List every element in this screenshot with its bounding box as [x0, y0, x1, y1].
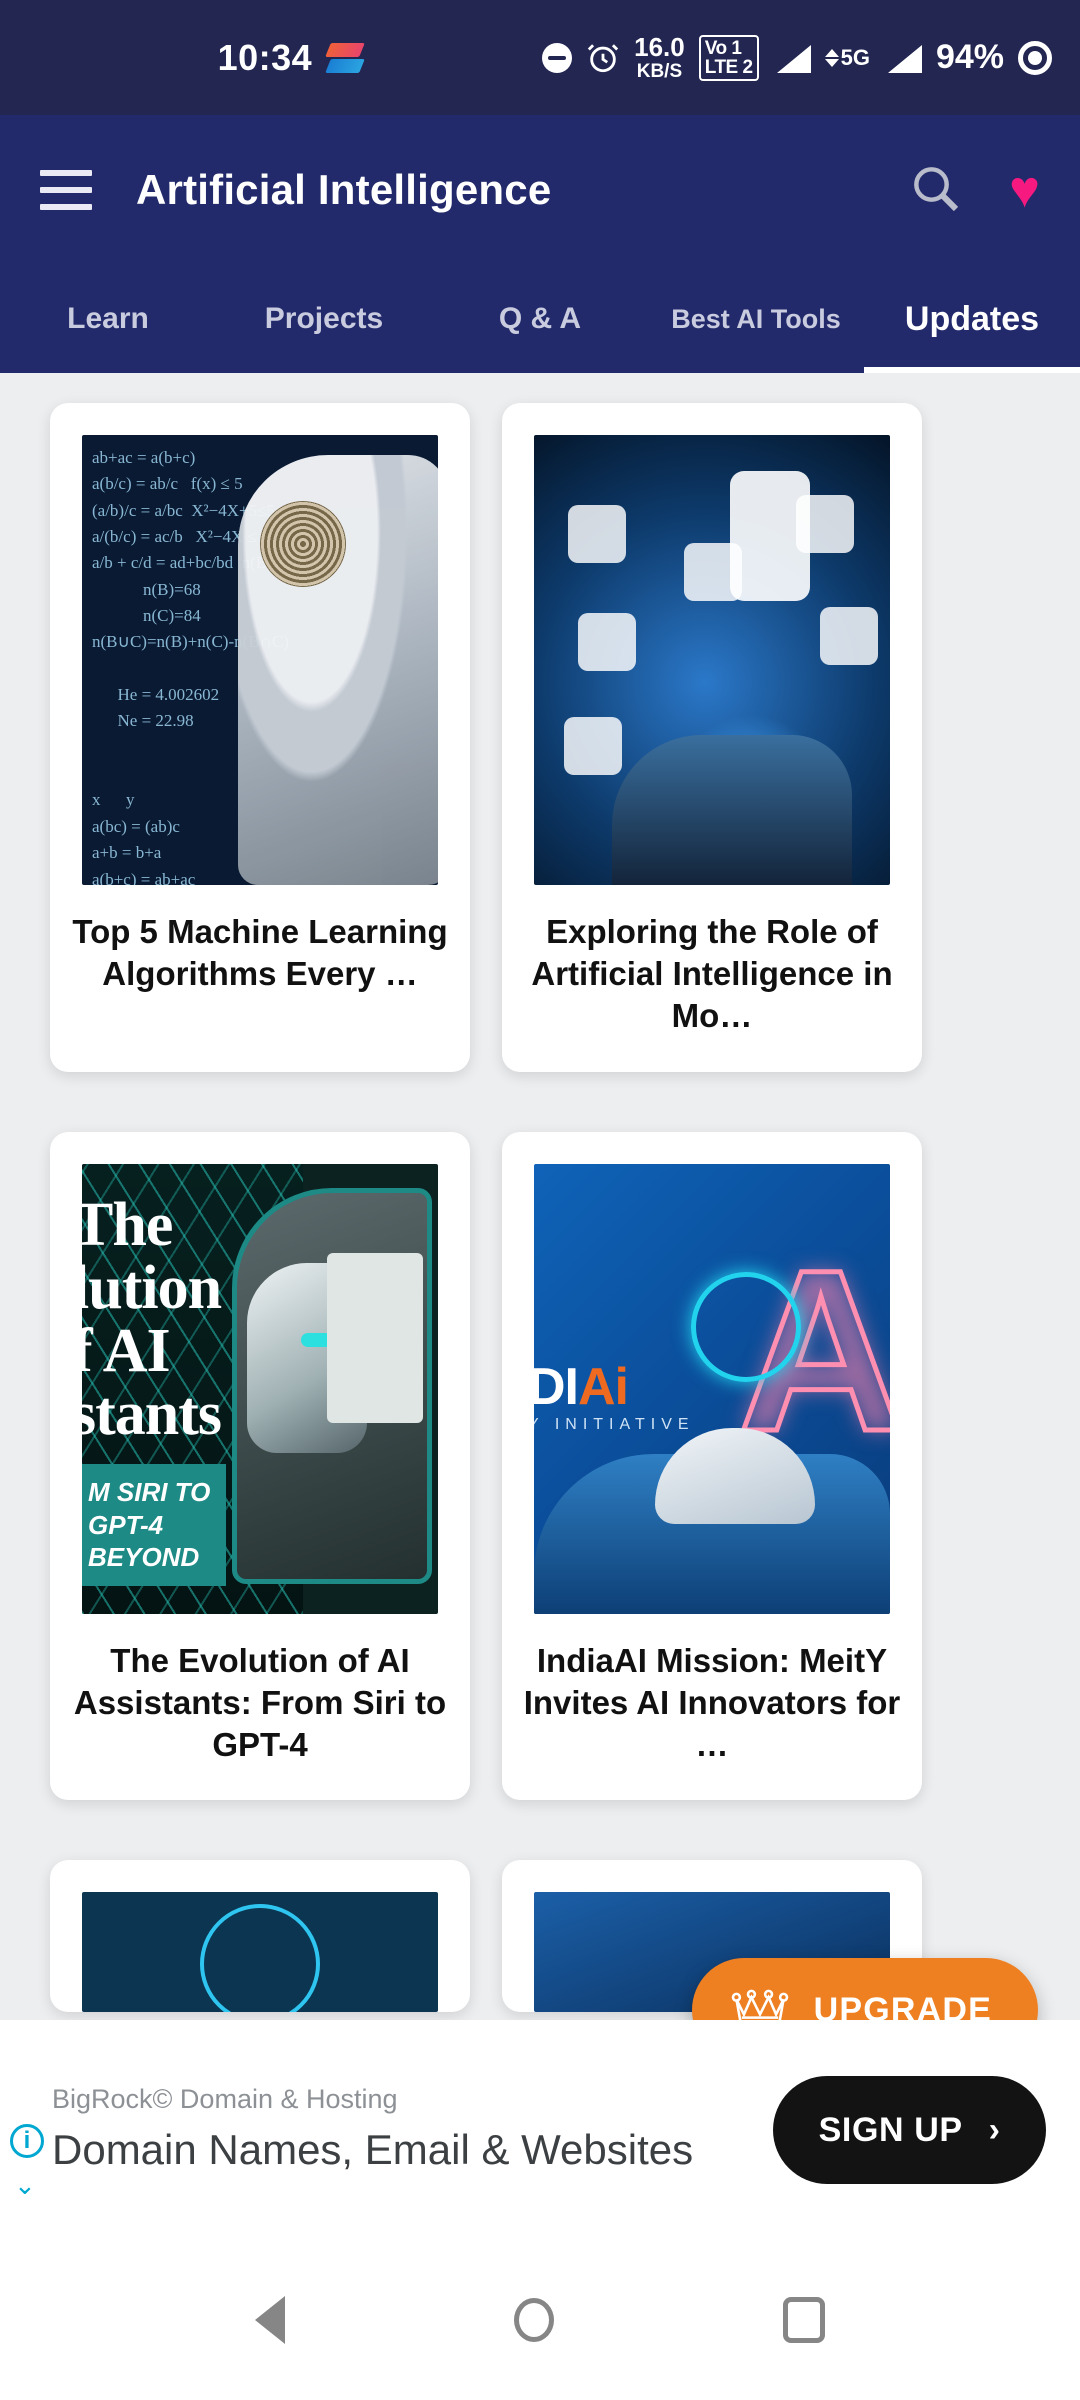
- indiaai-subtitle: Y INITIATIVE: [534, 1415, 695, 1433]
- article-card[interactable]: Exploring the Role of Artificial Intelli…: [502, 403, 922, 1072]
- search-icon[interactable]: [907, 160, 963, 221]
- article-grid: ab+ac = a(b+c) a(b/c) = ab/c f(x) ≤ 5 (a/b…: [0, 373, 1080, 2072]
- ad-headline: Domain Names, Email & Websites: [52, 2126, 694, 2174]
- heart-icon[interactable]: ♥: [1009, 164, 1040, 216]
- chevron-right-icon: ›: [988, 2110, 1000, 2149]
- article-card[interactable]: ab+ac = a(b+c) a(b/c) = ab/c f(x) ≤ 5 (a/b…: [50, 403, 470, 1072]
- volte-indicator: Vo 1 LTE 2: [698, 34, 759, 81]
- status-bar: 10:34 16.0 KB/S Vo 1 LTE 2 5G 94%: [0, 0, 1080, 115]
- tab-best-ai-tools[interactable]: Best AI Tools: [648, 265, 864, 373]
- status-clock: 10:34: [217, 36, 313, 78]
- tab-qanda[interactable]: Q & A: [432, 265, 648, 373]
- battery-percent: 94%: [935, 38, 1004, 76]
- page-title: Artificial Intelligence: [136, 166, 552, 213]
- article-title: IndiaAI Mission: MeitY Invites AI Innova…: [523, 1641, 901, 1764]
- tab-learn[interactable]: Learn: [0, 265, 216, 373]
- hamburger-menu-icon[interactable]: [40, 170, 92, 210]
- app-bar: Artificial Intelligence ♥: [0, 115, 1080, 265]
- ad-banner[interactable]: i ⌄ BigRock© Domain & Hosting Domain Nam…: [0, 2020, 1080, 2240]
- ad-info-icon[interactable]: i: [10, 2124, 44, 2158]
- smartphone-app-icons-hand-image: [534, 435, 890, 885]
- phone-screen: 10:34 16.0 KB/S Vo 1 LTE 2 5G 94% Artifi…: [0, 0, 1080, 2400]
- signal-bars-sim2-icon: [884, 43, 922, 73]
- nav-recents-icon[interactable]: [783, 2297, 826, 2343]
- do-not-disturb-icon: [542, 42, 573, 73]
- signal-bars-sim1-icon: [773, 43, 811, 73]
- indiaai-logo: DIAi: [534, 1358, 629, 1417]
- tab-bar: Learn Projects Q & A Best AI Tools Updat…: [0, 265, 1080, 373]
- article-thumbnail: [82, 1892, 438, 2013]
- article-card[interactable]: Thelutionf AIstants M SIRI TOGPT-4BEYOND…: [50, 1131, 470, 1801]
- article-title: Top 5 Machine Learning Algorithms Every …: [72, 913, 448, 993]
- battery-icon: [1018, 40, 1052, 75]
- article-card[interactable]: [50, 1860, 470, 2013]
- ai-assistants-teal-poster-image: Thelutionf AIstants M SIRI TOGPT-4BEYOND: [82, 1163, 438, 1614]
- ad-brand: BigRock© Domain & Hosting: [52, 2084, 398, 2115]
- ad-chevron-icon[interactable]: ⌄: [14, 2170, 36, 2201]
- alarm-icon: [586, 41, 620, 75]
- article-title: The Evolution of AI Assistants: From Sir…: [73, 1641, 447, 1764]
- app-logo-icon: [325, 42, 365, 73]
- article-title: Exploring the Role of Artificial Intelli…: [531, 913, 893, 1035]
- network-speed-indicator: 16.0 KB/S: [634, 32, 685, 82]
- tab-updates[interactable]: Updates: [864, 265, 1080, 373]
- nav-home-icon[interactable]: [513, 2298, 554, 2342]
- tab-projects[interactable]: Projects: [216, 265, 432, 373]
- indiaai-robot-hand-image: A DIAi Y INITIATIVE: [534, 1163, 890, 1614]
- robot-math-blackboard-image: ab+ac = a(b+c) a(b/c) = ab/c f(x) ≤ 5 (a/b…: [82, 435, 438, 885]
- nav-back-icon[interactable]: [254, 2296, 285, 2344]
- article-card[interactable]: A DIAi Y INITIATIVE IndiaAI Mission: Mei…: [502, 1131, 922, 1801]
- android-navigation-bar: [0, 2240, 1080, 2400]
- ad-signup-button[interactable]: SIGN UP ›: [772, 2076, 1046, 2184]
- network-type-5g-icon: 5G: [824, 45, 870, 71]
- ad-signup-label: SIGN UP: [818, 2110, 963, 2149]
